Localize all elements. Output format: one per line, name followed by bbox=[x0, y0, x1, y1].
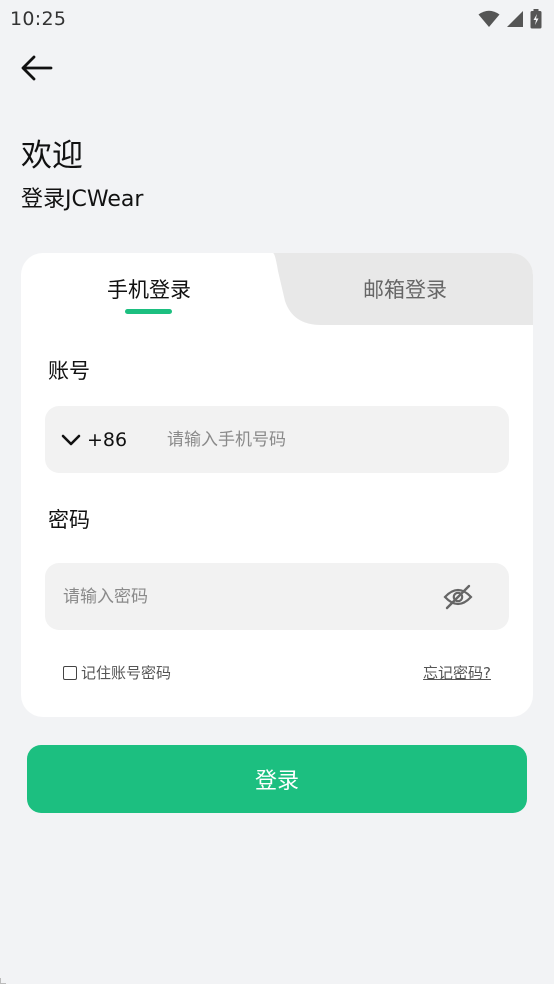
login-button[interactable]: 登录 bbox=[27, 745, 527, 813]
checkbox-box[interactable] bbox=[63, 665, 77, 680]
arrow-left-icon bbox=[21, 55, 53, 81]
tab-email-login[interactable]: 邮箱登录 bbox=[277, 253, 533, 325]
welcome-title: 欢迎 bbox=[21, 138, 83, 174]
password-input-box bbox=[45, 563, 509, 630]
password-label: 密码 bbox=[48, 508, 90, 532]
phone-input[interactable] bbox=[167, 406, 467, 473]
country-code-select[interactable]: +86 bbox=[45, 406, 167, 473]
signal-icon bbox=[507, 11, 523, 27]
status-icons bbox=[478, 9, 542, 29]
login-card: 手机登录 邮箱登录 账号 +86 密码 bbox=[21, 253, 533, 717]
remember-label: 记住账号密码 bbox=[81, 664, 172, 682]
status-bar: 10:25 bbox=[0, 0, 554, 38]
status-time: 10:25 bbox=[10, 8, 67, 30]
wifi-icon bbox=[478, 10, 500, 27]
country-code: +86 bbox=[87, 428, 128, 451]
remember-account-checkbox[interactable]: 记住账号密码 bbox=[63, 662, 171, 683]
corner-mark bbox=[0, 978, 6, 984]
welcome-subtitle: 登录JCWear bbox=[21, 187, 144, 212]
battery-icon bbox=[530, 9, 542, 29]
back-button[interactable] bbox=[16, 50, 56, 86]
login-page: 10:25 欢迎 登录JCWear 手机登录 邮箱登录 账号 +86 请输入手机… bbox=[0, 0, 554, 984]
toggle-password-visibility-button[interactable] bbox=[443, 582, 473, 612]
tab-phone-login[interactable]: 手机登录 bbox=[21, 253, 277, 325]
password-input[interactable] bbox=[45, 563, 415, 630]
active-tab-indicator bbox=[125, 309, 172, 314]
chevron-down-icon bbox=[61, 434, 81, 445]
account-label: 账号 bbox=[48, 359, 90, 383]
eye-off-icon bbox=[443, 584, 473, 610]
phone-input-box: +86 bbox=[45, 406, 509, 473]
forgot-password-link[interactable]: 忘记密码? bbox=[423, 662, 491, 683]
